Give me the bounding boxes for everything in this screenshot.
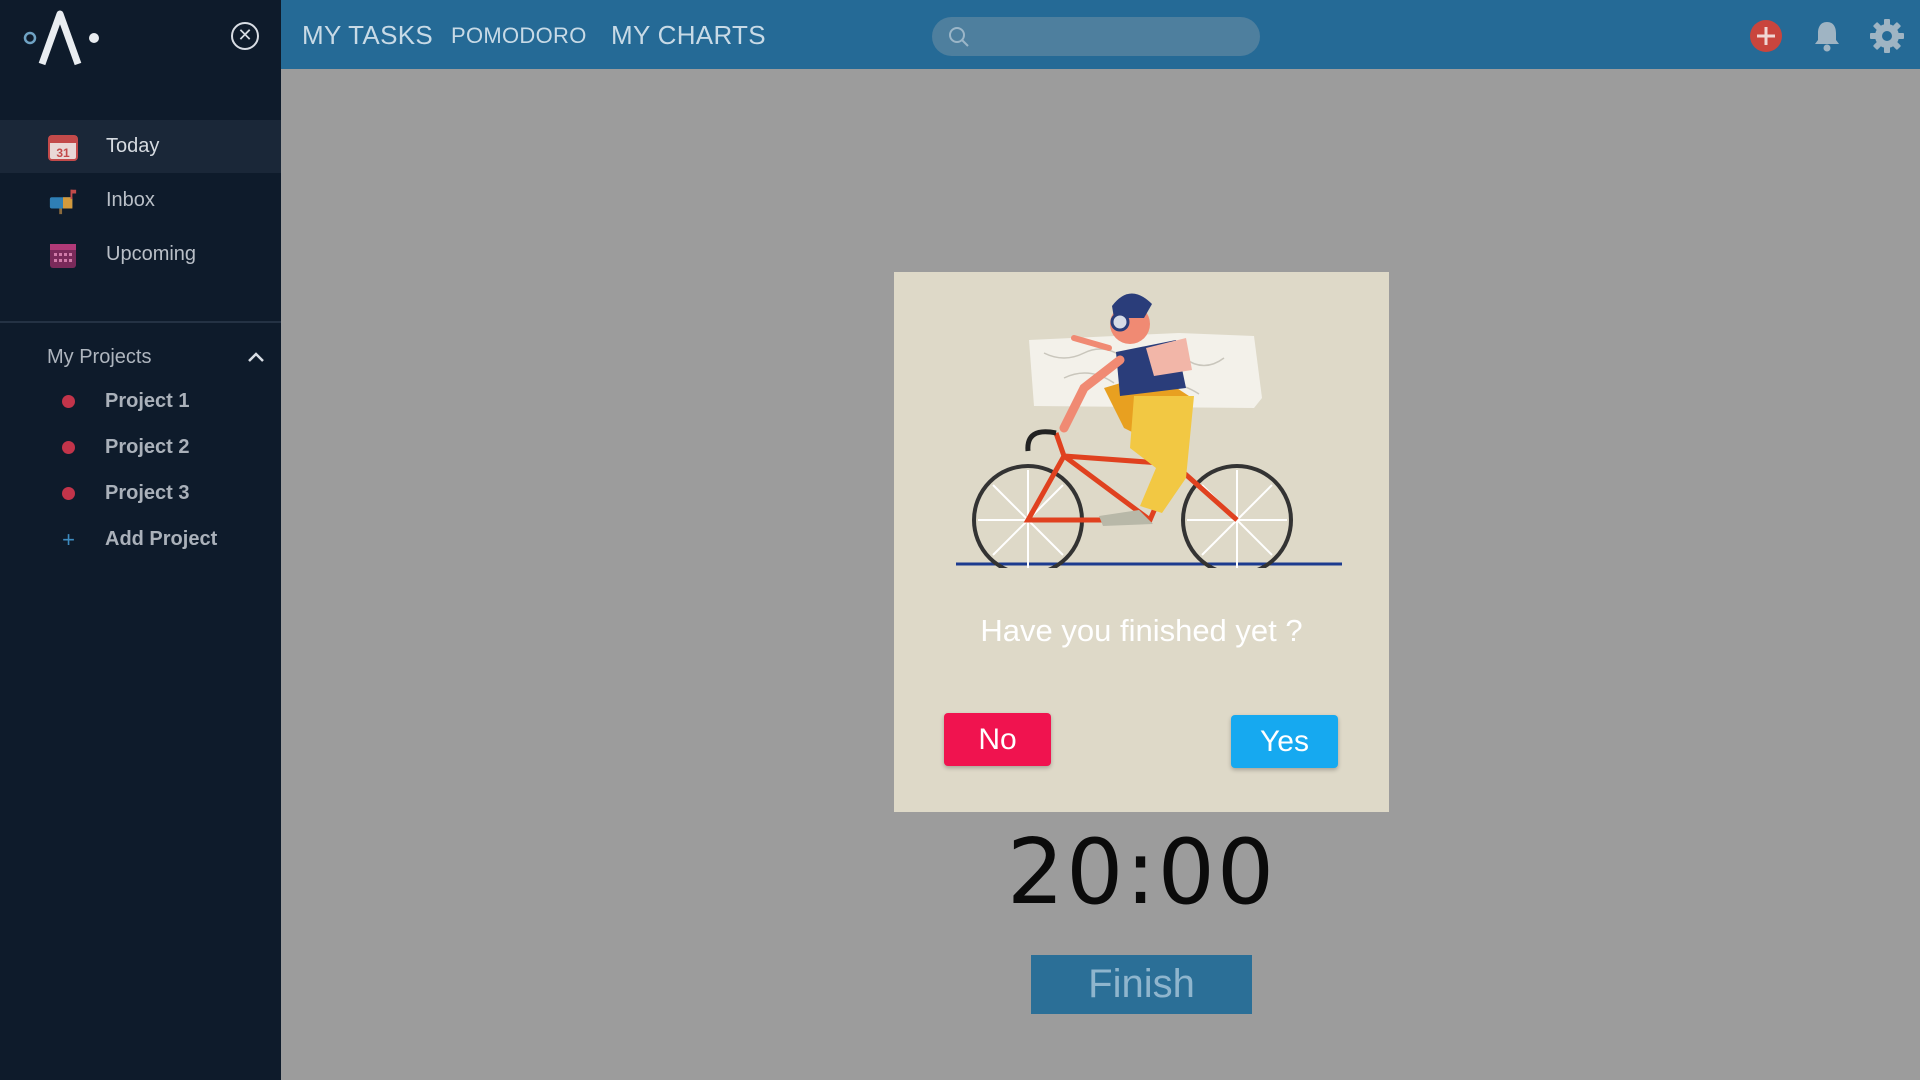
plus-icon: + bbox=[62, 526, 75, 552]
sidebar-item-label: Today bbox=[106, 135, 160, 157]
project-label: Project 2 bbox=[105, 435, 190, 458]
project-item-2[interactable]: Project 2 bbox=[0, 424, 281, 470]
sidebar-item-upcoming[interactable]: Upcoming bbox=[0, 228, 281, 281]
tab-my-charts[interactable]: MY CHARTS bbox=[611, 20, 766, 51]
tab-pomodoro[interactable]: POMODORO bbox=[451, 23, 587, 49]
chevron-up-icon bbox=[248, 352, 264, 362]
finished-dialog: Have you finished yet ? No Yes bbox=[894, 272, 1389, 812]
sidebar-divider bbox=[0, 321, 281, 323]
search-icon bbox=[949, 26, 969, 47]
bell-icon[interactable] bbox=[1809, 18, 1845, 54]
add-project-label: Add Project bbox=[105, 527, 218, 550]
app-logo[interactable] bbox=[20, 10, 102, 68]
sidebar-item-label: Upcoming bbox=[106, 243, 197, 265]
sidebar-item-today[interactable]: 31 Today bbox=[0, 120, 281, 173]
calendar-grid-icon bbox=[48, 241, 78, 269]
pomodoro-timer: 20:00 bbox=[1006, 820, 1277, 925]
search-bar bbox=[932, 17, 1260, 56]
project-item-3[interactable]: Project 3 bbox=[0, 470, 281, 516]
top-bar: MY TASKS POMODORO MY CHARTS bbox=[281, 0, 1920, 69]
project-list: Project 1 Project 2 Project 3 + Add Proj… bbox=[0, 378, 281, 562]
add-task-icon[interactable] bbox=[1748, 18, 1784, 54]
no-button[interactable]: No bbox=[944, 713, 1051, 766]
calendar-31-icon: 31 bbox=[48, 133, 78, 161]
project-dot-icon bbox=[62, 486, 75, 500]
project-item-1[interactable]: Project 1 bbox=[0, 378, 281, 424]
yes-button[interactable]: Yes bbox=[1231, 715, 1338, 768]
gear-icon[interactable] bbox=[1869, 18, 1905, 54]
project-dot-icon bbox=[62, 394, 75, 408]
project-dot-icon bbox=[62, 440, 75, 454]
finish-button[interactable]: Finish bbox=[1031, 955, 1252, 1014]
dialog-question: Have you finished yet ? bbox=[980, 613, 1303, 648]
my-projects-title: My Projects bbox=[47, 345, 152, 368]
mailbox-icon bbox=[48, 187, 78, 215]
project-label: Project 3 bbox=[105, 481, 190, 504]
project-label: Project 1 bbox=[105, 389, 190, 412]
add-project-button[interactable]: + Add Project bbox=[0, 516, 281, 562]
nav-list: 31 Today Inbox Upcoming bbox=[0, 120, 281, 282]
sidebar-item-label: Inbox bbox=[106, 189, 155, 211]
calendar-day-text: 31 bbox=[56, 146, 70, 160]
close-sidebar-button[interactable]: ✕ bbox=[231, 22, 259, 50]
cyclist-illustration bbox=[956, 293, 1342, 568]
my-projects-toggle[interactable]: My Projects bbox=[47, 342, 267, 372]
search-input[interactable] bbox=[978, 26, 1248, 47]
tab-my-tasks[interactable]: MY TASKS bbox=[302, 20, 433, 51]
sidebar: ✕ 31 Today Inbox Upcoming My Projects Pr… bbox=[0, 0, 281, 1080]
sidebar-item-inbox[interactable]: Inbox bbox=[0, 174, 281, 227]
